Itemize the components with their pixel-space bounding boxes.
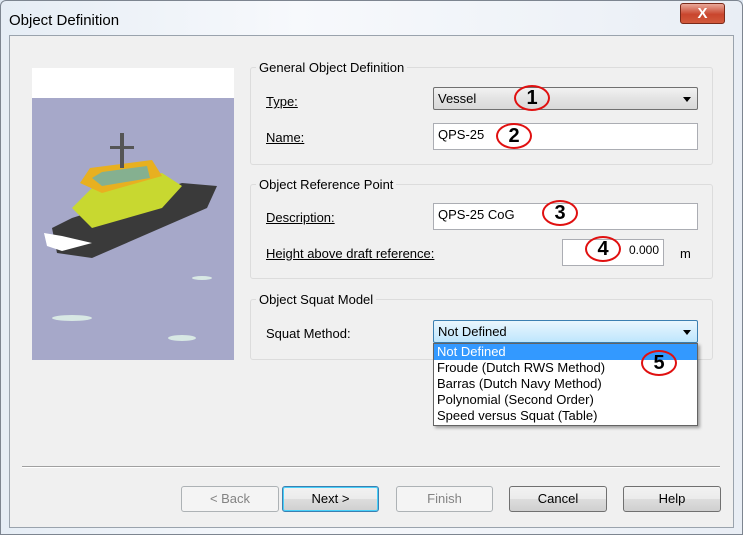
option-polynomial[interactable]: Polynomial (Second Order): [434, 392, 697, 408]
group-title: Object Squat Model: [256, 292, 377, 307]
squat-method-value: Not Defined: [438, 324, 507, 339]
chevron-down-icon: [683, 330, 691, 335]
back-button[interactable]: < Back: [181, 486, 279, 512]
type-select[interactable]: Vessel: [433, 87, 698, 110]
group-title: Object Reference Point: [256, 177, 397, 192]
annotation-marker-3: 3: [542, 200, 578, 226]
squat-method-label: Squat Method:: [266, 326, 351, 341]
vessel-preview-image: [32, 68, 234, 360]
annotation-marker-1: 1: [514, 85, 550, 111]
type-label: Type:: [266, 94, 298, 109]
height-unit: m: [680, 246, 691, 261]
cancel-button[interactable]: Cancel: [509, 486, 607, 512]
name-label: Name:: [266, 130, 305, 145]
divider: [22, 466, 720, 468]
annotation-marker-4: 4: [585, 236, 621, 262]
description-label: Description:: [266, 210, 335, 225]
general-object-definition-group: [250, 67, 713, 165]
option-barras[interactable]: Barras (Dutch Navy Method): [434, 376, 697, 392]
window-title: Object Definition: [9, 12, 120, 29]
option-speed-versus-squat[interactable]: Speed versus Squat (Table): [434, 408, 697, 424]
annotation-marker-5: 5: [641, 350, 677, 376]
group-title: General Object Definition: [256, 60, 408, 75]
annotation-marker-2: 2: [496, 123, 532, 149]
chevron-down-icon: [683, 97, 691, 102]
next-button[interactable]: Next >: [282, 486, 379, 512]
finish-button[interactable]: Finish: [396, 486, 493, 512]
type-value: Vessel: [438, 91, 477, 106]
height-label: Height above draft reference:: [266, 246, 435, 261]
close-button[interactable]: X: [680, 3, 725, 24]
name-input[interactable]: QPS-25: [433, 123, 698, 150]
help-button[interactable]: Help: [623, 486, 721, 512]
squat-method-select[interactable]: Not Defined: [433, 320, 698, 343]
